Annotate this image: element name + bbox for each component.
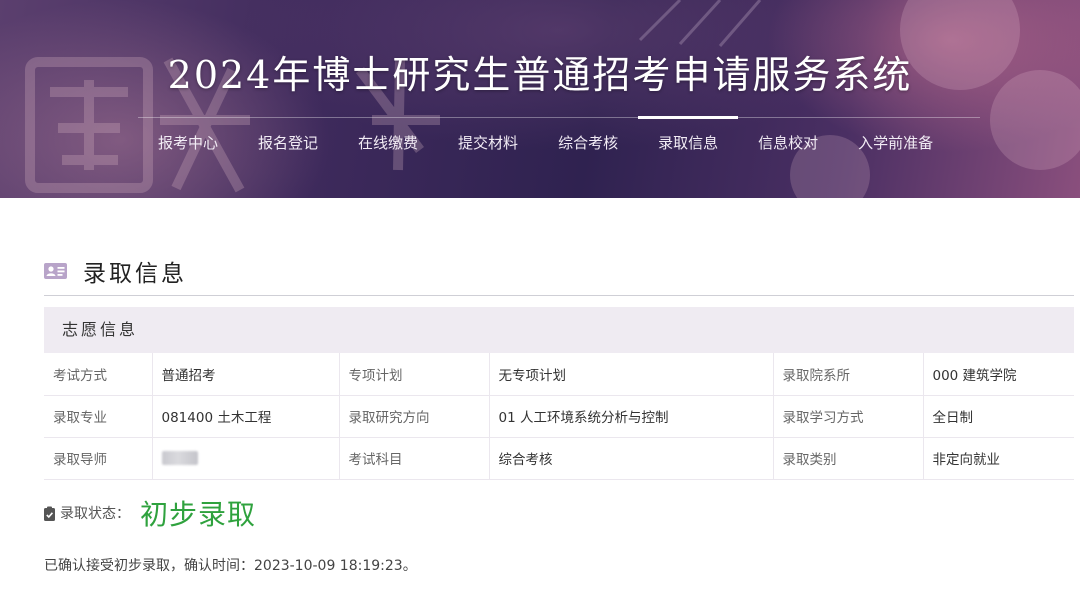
nav-item-6[interactable]: 信息校对 xyxy=(738,118,838,168)
field-label: 录取研究方向 xyxy=(338,395,489,438)
system-title: 2024年博士研究生普通招考申请服务系统 xyxy=(167,53,913,97)
field-label: 考试科目 xyxy=(338,437,489,480)
section-divider xyxy=(44,295,1074,296)
field-value: 综合考核 xyxy=(488,437,773,480)
clipboard-check-icon xyxy=(44,506,55,521)
nav-item-1[interactable]: 报名登记 xyxy=(238,118,338,168)
confirmation-text: 已确认接受初步录取，确认时间：2023-10-09 18:19:23。 xyxy=(44,558,417,574)
nav-item-4[interactable]: 综合考核 xyxy=(538,118,638,168)
status-value: 初步录取 xyxy=(140,498,257,531)
field-label: 录取学习方式 xyxy=(772,395,923,438)
field-value: 081400 土木工程 xyxy=(151,395,339,438)
nav-item-2[interactable]: 在线缴费 xyxy=(338,118,438,168)
field-value: 无专项计划 xyxy=(488,353,773,396)
field-value: 全日制 xyxy=(922,395,1074,438)
field-value: 非定向就业 xyxy=(922,437,1074,480)
banner-background-decoration xyxy=(25,0,1080,198)
field-value: 普通招考 xyxy=(151,353,339,396)
status-label: 录取状态： xyxy=(60,506,130,522)
section-header: 录取信息 xyxy=(44,253,187,289)
field-label: 考试方式 xyxy=(44,353,152,396)
field-label: 录取院系所 xyxy=(772,353,923,396)
field-value: 000 建筑学院 xyxy=(922,353,1074,396)
nav-item-7[interactable]: 入学前准备 xyxy=(838,118,953,168)
info-table: 考试方式 普通招考 专项计划 无专项计划 录取院系所 000 建筑学院 录取专业 081400… xyxy=(44,353,1074,480)
header-banner: 2024年博士研究生普通招考申请服务系统 报考中心 报名登记 在线缴费 提交材料 综合考… xyxy=(0,0,1080,198)
panel-title: 志愿信息 xyxy=(44,307,1074,353)
field-label: 录取专业 xyxy=(44,395,152,438)
admission-status: 录取状态： 初步录取 xyxy=(44,493,256,533)
id-card-icon xyxy=(44,263,67,279)
info-row: 录取专业 081400 土木工程 录取研究方向 01 人工环境系统分析与控制 录取学习方… xyxy=(44,395,1074,438)
main-nav: 报考中心 报名登记 在线缴费 提交材料 综合考核 录取信息 信息校对 入学前准备 xyxy=(138,116,953,168)
section-title: 录取信息 xyxy=(83,261,187,287)
info-row: 录取导师 考试科目 综合考核 录取类别 非定向就业 xyxy=(44,437,1074,480)
field-label: 专项计划 xyxy=(338,353,489,396)
field-label: 录取类别 xyxy=(772,437,923,480)
redacted-value xyxy=(151,437,339,480)
application-info-panel: 志愿信息 考试方式 普通招考 专项计划 无专项计划 录取院系所 000 建筑学院 录取专业 0… xyxy=(44,307,1074,480)
field-value: 01 人工环境系统分析与控制 xyxy=(488,395,773,438)
redacted-blur xyxy=(161,451,198,465)
nav-item-5[interactable]: 录取信息 xyxy=(638,116,739,168)
nav-item-3[interactable]: 提交材料 xyxy=(438,118,538,168)
nav-item-0[interactable]: 报考中心 xyxy=(138,118,238,168)
field-label: 录取导师 xyxy=(44,437,152,480)
info-row: 考试方式 普通招考 专项计划 无专项计划 录取院系所 000 建筑学院 xyxy=(44,353,1074,396)
